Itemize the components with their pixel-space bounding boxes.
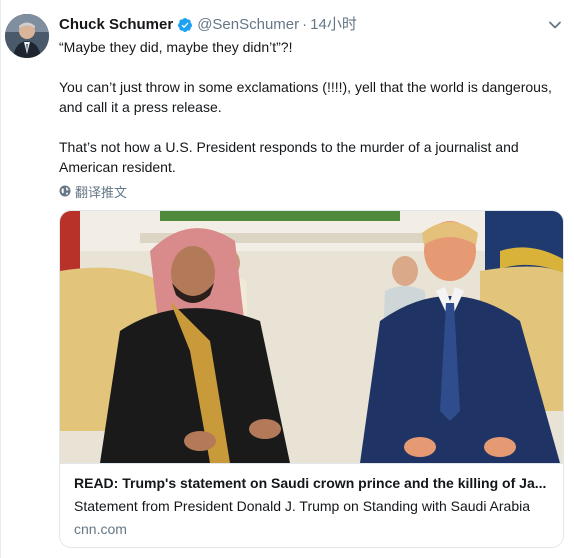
author-handle[interactable]: @SenSchumer <box>197 15 299 35</box>
link-card[interactable]: READ: Trump's statement on Saudi crown p… <box>59 210 564 548</box>
translate-tweet-link[interactable]: 翻译推文 <box>59 182 127 200</box>
chevron-down-icon[interactable] <box>548 18 562 32</box>
author-name[interactable]: Chuck Schumer <box>59 15 173 35</box>
card-domain: cnn.com <box>74 521 127 537</box>
translate-label: 翻译推文 <box>75 184 128 200</box>
card-title: READ: Trump's statement on Saudi crown p… <box>74 475 547 491</box>
card-text-area[interactable]: READ: Trump's statement on Saudi crown p… <box>60 463 563 547</box>
tweet-header: Chuck Schumer @SenSchumer · 14小时 <box>59 15 357 35</box>
tweet-paragraph-3: That’s not how a U.S. President responds… <box>59 139 519 175</box>
tweet-timestamp[interactable]: 14小时 <box>310 15 357 35</box>
verified-badge-icon <box>177 17 193 33</box>
card-image[interactable] <box>60 211 563 463</box>
tweet-paragraph-2: You can’t just throw in some exclamation… <box>59 79 552 115</box>
tweet[interactable]: Chuck Schumer @SenSchumer · 14小时 “Maybe … <box>0 0 574 558</box>
author-avatar[interactable] <box>5 14 49 58</box>
tweet-text: “Maybe they did, maybe they didn’t”?! Yo… <box>59 37 564 177</box>
tweet-paragraph-1: “Maybe they did, maybe they didn’t”?! <box>59 39 293 55</box>
globe-icon <box>59 185 71 197</box>
header-separator: · <box>302 16 308 33</box>
card-description: Statement from President Donald J. Trump… <box>74 498 531 514</box>
